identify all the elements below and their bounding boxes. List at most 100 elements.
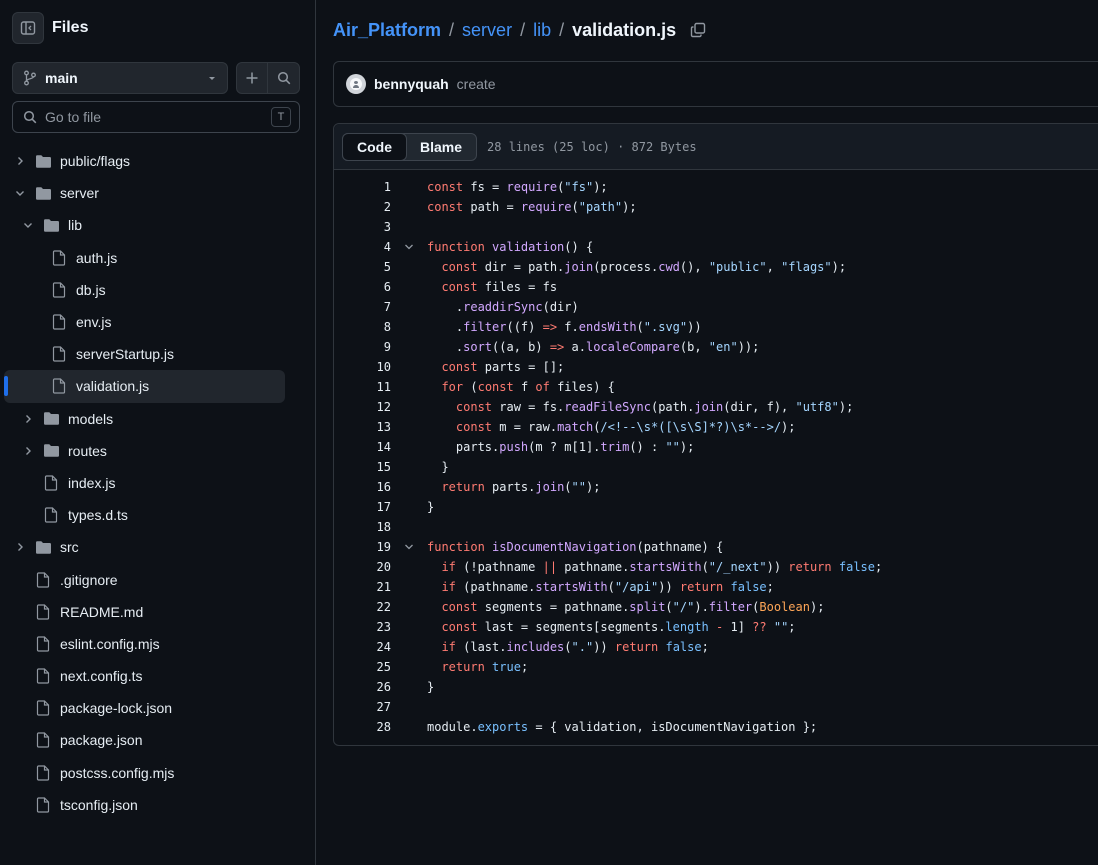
- add-file-button[interactable]: [237, 63, 269, 93]
- code-viewer: Code Blame 28 lines (25 loc) · 872 Bytes…: [333, 123, 1098, 746]
- file-tree: public/flags server lib auth.js db.js env.js s…: [4, 145, 285, 821]
- line-number[interactable]: 18: [334, 520, 391, 534]
- tab-code[interactable]: Code: [342, 132, 407, 161]
- tree-file-item[interactable]: db.js: [4, 274, 285, 306]
- tree-file-item[interactable]: package-lock.json: [4, 692, 285, 724]
- line-number[interactable]: 21: [334, 580, 391, 594]
- code-line: 15 }: [334, 457, 1098, 477]
- line-number[interactable]: 26: [334, 680, 391, 694]
- breadcrumb-repo-link[interactable]: Air_Platform: [333, 20, 441, 41]
- fold-toggle[interactable]: [391, 542, 427, 552]
- line-number[interactable]: 14: [334, 440, 391, 454]
- search-repo-button[interactable]: [268, 63, 299, 93]
- breadcrumb-server-link[interactable]: server: [462, 20, 512, 41]
- commit-message[interactable]: create: [457, 76, 496, 92]
- code-token: push: [499, 440, 529, 454]
- go-to-file-field[interactable]: T: [12, 101, 300, 133]
- tree-actions: [236, 62, 300, 94]
- line-number[interactable]: 10: [334, 360, 391, 374]
- line-number[interactable]: 12: [334, 400, 391, 414]
- code-token: ((a, b): [492, 340, 550, 354]
- tree-chevron[interactable]: [12, 539, 28, 555]
- tree-item-label: index.js: [68, 474, 116, 491]
- tree-file-item[interactable]: auth.js: [4, 242, 285, 274]
- code-text: return true;: [427, 660, 528, 674]
- fold-toggle[interactable]: [391, 242, 427, 252]
- line-number[interactable]: 20: [334, 560, 391, 574]
- line-number[interactable]: 13: [334, 420, 391, 434]
- tree-file-item[interactable]: eslint.config.mjs: [4, 628, 285, 660]
- tree-file-item[interactable]: types.d.ts: [4, 499, 285, 531]
- tree-folder-item[interactable]: server: [4, 177, 285, 209]
- code-token: parts = [];: [477, 360, 565, 374]
- tree-item-label: next.config.ts: [60, 668, 143, 685]
- chevron-down-icon: [16, 191, 24, 197]
- tree-file-item[interactable]: validation.js: [4, 370, 285, 403]
- tree-file-item[interactable]: serverStartup.js: [4, 338, 285, 370]
- line-number[interactable]: 27: [334, 700, 391, 714]
- line-number[interactable]: 24: [334, 640, 391, 654]
- line-number[interactable]: 8: [334, 320, 391, 334]
- tree-file-item[interactable]: postcss.config.mjs: [4, 757, 285, 789]
- tree-folder-item[interactable]: models: [4, 403, 285, 435]
- collapse-sidebar-button[interactable]: [12, 12, 44, 44]
- code-token: return: [788, 560, 832, 574]
- tree-folder-item[interactable]: routes: [4, 435, 285, 467]
- code-token: const: [455, 400, 493, 414]
- code-token: join: [694, 400, 724, 414]
- line-number[interactable]: 23: [334, 620, 391, 634]
- tree-folder-item[interactable]: src: [4, 531, 285, 563]
- code-line: 13 const m = raw.match(/<!--\s*([\s\S]*?…: [334, 417, 1098, 437]
- tab-blame[interactable]: Blame: [406, 134, 476, 160]
- copy-path-button[interactable]: [690, 22, 706, 38]
- tree-file-item[interactable]: .gitignore: [4, 563, 285, 595]
- line-number[interactable]: 9: [334, 340, 391, 354]
- line-number[interactable]: 17: [334, 500, 391, 514]
- tree-chevron[interactable]: [20, 217, 36, 233]
- tree-chevron[interactable]: [20, 411, 36, 427]
- code-text: .sort((a, b) => a.localeCompare(b, "en")…: [427, 340, 760, 354]
- tree-chevron[interactable]: [20, 443, 36, 459]
- line-number[interactable]: 25: [334, 660, 391, 674]
- code-token: require: [520, 200, 572, 214]
- commit-author[interactable]: bennyquah: [374, 76, 449, 92]
- code-line: 24 if (last.includes(".")) return false;: [334, 637, 1098, 657]
- tree-file-item[interactable]: next.config.ts: [4, 660, 285, 692]
- line-number[interactable]: 6: [334, 280, 391, 294]
- line-number[interactable]: 5: [334, 260, 391, 274]
- code-token: () {: [564, 240, 594, 254]
- line-number[interactable]: 15: [334, 460, 391, 474]
- line-number[interactable]: 19: [334, 540, 391, 554]
- avatar[interactable]: [346, 74, 366, 94]
- code-token: filter: [708, 600, 753, 614]
- tree-folder-item[interactable]: public/flags: [4, 145, 285, 177]
- line-number[interactable]: 2: [334, 200, 391, 214]
- line-number[interactable]: 1: [334, 180, 391, 194]
- line-number[interactable]: 28: [334, 720, 391, 734]
- tree-chevron[interactable]: [12, 153, 28, 169]
- line-number[interactable]: 16: [334, 480, 391, 494]
- line-number[interactable]: 22: [334, 600, 391, 614]
- tree-folder-item[interactable]: lib: [4, 209, 285, 241]
- tree-file-item[interactable]: env.js: [4, 306, 285, 338]
- sidebar-title: Files: [52, 19, 89, 36]
- tree-file-item[interactable]: index.js: [4, 467, 285, 499]
- line-number[interactable]: 7: [334, 300, 391, 314]
- branch-selector-button[interactable]: main: [12, 62, 228, 94]
- line-number[interactable]: 11: [334, 380, 391, 394]
- line-number[interactable]: 3: [334, 220, 391, 234]
- tree-file-item[interactable]: package.json: [4, 724, 285, 756]
- tree-chevron[interactable]: [12, 185, 28, 201]
- tree-icon: [34, 185, 52, 201]
- breadcrumb-lib-link[interactable]: lib: [533, 20, 551, 41]
- tree-file-item[interactable]: tsconfig.json: [4, 789, 285, 821]
- line-number[interactable]: 4: [334, 240, 391, 254]
- tree-file-item[interactable]: README.md: [4, 596, 285, 628]
- code-token: "": [665, 440, 680, 454]
- go-to-file-input[interactable]: [45, 109, 271, 125]
